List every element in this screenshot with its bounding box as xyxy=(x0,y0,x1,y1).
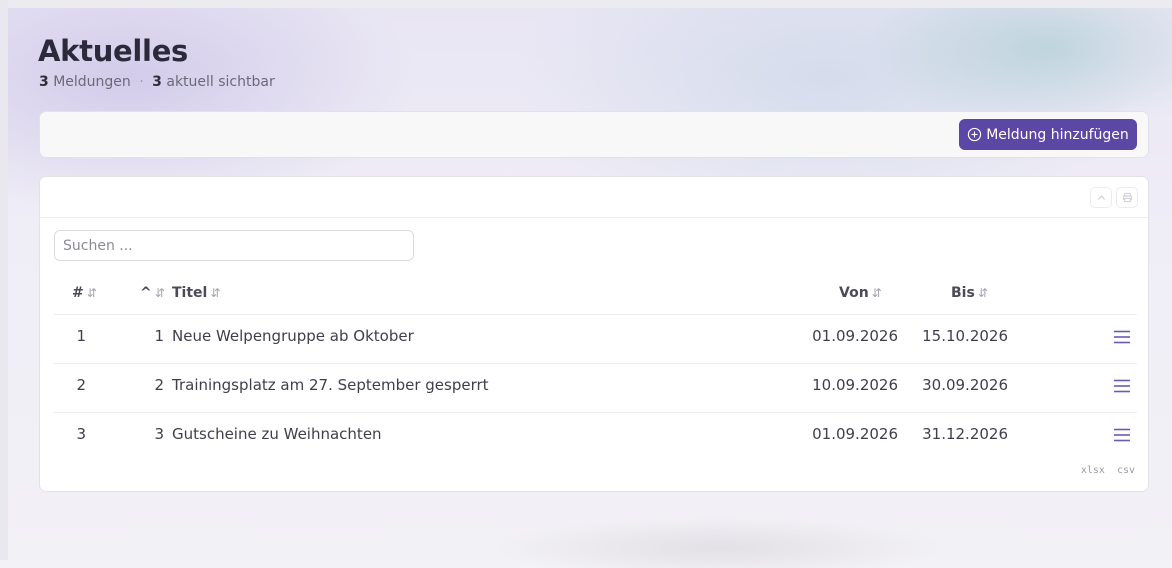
column-header-to[interactable]: Bis ⇵ xyxy=(951,285,988,301)
row-to-date: 31.12.2026 xyxy=(922,425,1008,443)
column-header-number[interactable]: # ⇵ xyxy=(72,285,97,301)
column-header-title[interactable]: Titel ⇵ xyxy=(172,285,220,301)
row-number: 3 xyxy=(76,425,86,443)
column-header-title-label: Titel xyxy=(172,285,208,301)
row-number: 2 xyxy=(76,376,86,394)
row-order: 3 xyxy=(154,425,164,443)
row-from-date: 10.09.2026 xyxy=(812,376,898,394)
add-message-button[interactable]: Meldung hinzufügen xyxy=(959,119,1137,150)
row-to-date: 30.09.2026 xyxy=(922,376,1008,394)
main-content: Aktuelles 3 Meldungen · 3 aktuell sichtb… xyxy=(8,8,1172,568)
visible-count: 3 xyxy=(152,74,162,90)
plus-circle-icon xyxy=(968,127,982,142)
sort-icon: ⇵ xyxy=(871,286,882,300)
column-header-from[interactable]: Von ⇵ xyxy=(839,285,882,301)
row-number: 1 xyxy=(76,327,86,345)
table-row[interactable]: 2 2 Trainingsplatz am 27. September gesp… xyxy=(54,363,1137,412)
hamburger-menu-icon[interactable] xyxy=(1113,377,1131,395)
card-header xyxy=(40,177,1148,218)
column-header-to-label: Bis xyxy=(951,285,975,301)
background-glow xyxy=(438,508,998,568)
chevron-up-icon xyxy=(1097,195,1105,200)
top-strip xyxy=(0,0,1172,8)
export-csv-link[interactable]: csv xyxy=(1117,465,1135,476)
sort-icon: ⇵ xyxy=(977,286,988,300)
export-xlsx-link[interactable]: xlsx xyxy=(1081,465,1105,476)
page-title: Aktuelles xyxy=(38,34,189,68)
subtitle-separator: · xyxy=(139,74,144,90)
toolbar-card: Meldung hinzufügen xyxy=(39,111,1149,158)
sort-icon: ⇵ xyxy=(86,286,97,300)
table-row[interactable]: 3 3 Gutscheine zu Weihnachten 01.09.2026… xyxy=(54,412,1137,461)
column-header-order-label: ^ xyxy=(140,285,152,301)
print-button[interactable] xyxy=(1116,187,1138,208)
visible-count-label: aktuell sichtbar xyxy=(166,74,275,90)
column-header-from-label: Von xyxy=(839,285,869,301)
row-order: 1 xyxy=(154,327,164,345)
collapse-button[interactable] xyxy=(1090,187,1112,208)
row-title: Neue Welpengruppe ab Oktober xyxy=(172,327,414,345)
add-message-label: Meldung hinzufügen xyxy=(986,126,1129,143)
export-links: xlsx csv xyxy=(1075,465,1135,476)
row-title: Trainingsplatz am 27. September gesperrt xyxy=(172,376,489,394)
row-from-date: 01.09.2026 xyxy=(812,327,898,345)
search-input[interactable] xyxy=(54,230,414,261)
sort-icon: ⇵ xyxy=(154,286,165,300)
messages-table-card: # ⇵ ^ ⇵ Titel ⇵ Von ⇵ Bis ⇵ 1 1 Neue Wel… xyxy=(39,176,1149,492)
column-header-number-label: # xyxy=(72,285,84,301)
row-title: Gutscheine zu Weihnachten xyxy=(172,425,382,443)
hamburger-menu-icon[interactable] xyxy=(1113,426,1131,444)
row-to-date: 15.10.2026 xyxy=(922,327,1008,345)
table-row[interactable]: 1 1 Neue Welpengruppe ab Oktober 01.09.2… xyxy=(54,314,1137,363)
row-from-date: 01.09.2026 xyxy=(812,425,898,443)
column-header-order[interactable]: ^ ⇵ xyxy=(140,285,165,301)
sort-icon: ⇵ xyxy=(210,286,220,300)
row-order: 2 xyxy=(154,376,164,394)
total-count: 3 xyxy=(39,74,49,90)
total-count-label: Meldungen xyxy=(53,74,131,90)
print-icon xyxy=(1122,192,1132,203)
page-subtitle: 3 Meldungen · 3 aktuell sichtbar xyxy=(39,74,275,90)
hamburger-menu-icon[interactable] xyxy=(1113,328,1131,346)
left-rail xyxy=(0,0,8,560)
